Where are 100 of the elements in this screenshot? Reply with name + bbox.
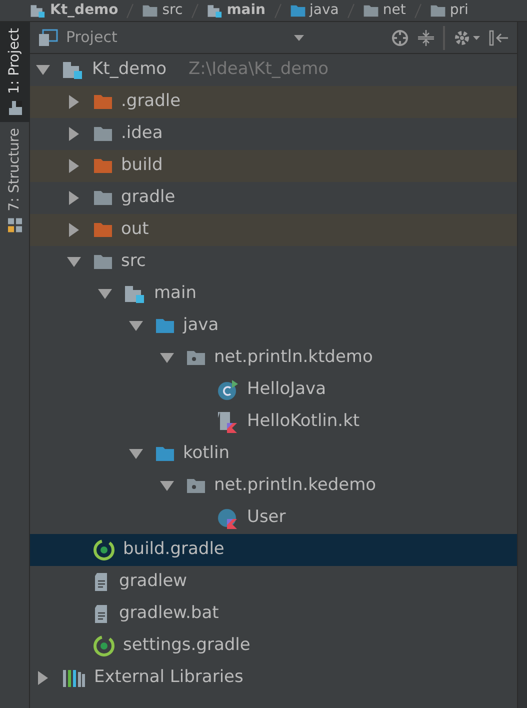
folder-icon <box>93 188 113 208</box>
breadcrumb-item[interactable]: net <box>382 0 406 21</box>
folder-icon <box>142 2 158 18</box>
file-name: src <box>121 250 146 274</box>
separator-icon <box>126 2 134 18</box>
tool-window-tab[interactable]: 7: Structure <box>0 122 30 240</box>
kotlin-file-icon <box>217 411 239 433</box>
collapsed-arrow-icon[interactable] <box>68 222 80 238</box>
folder-icon <box>93 92 113 112</box>
file-name: .gradle <box>121 90 181 114</box>
file-name: gradlew <box>119 570 188 594</box>
file-name: main <box>154 282 196 306</box>
folder-icon <box>155 444 175 464</box>
module-folder-icon <box>30 2 46 18</box>
separator-icon <box>274 2 282 18</box>
breadcrumb-item[interactable]: main <box>226 0 266 21</box>
expanded-arrow-icon[interactable] <box>128 448 144 460</box>
breadcrumb-item[interactable]: pri <box>450 0 468 21</box>
folder-icon <box>93 220 113 240</box>
folder-icon <box>93 124 113 144</box>
separator-icon <box>190 2 199 18</box>
file-name: gradlew.bat <box>119 602 219 626</box>
collapsed-arrow-icon[interactable] <box>37 670 49 686</box>
folder-icon <box>93 156 113 176</box>
file-name: User <box>247 506 286 530</box>
locate-icon <box>391 28 409 46</box>
file-name: HelloJava <box>247 378 326 402</box>
tree-row[interactable]: main <box>30 278 517 310</box>
expanded-arrow-icon[interactable] <box>159 480 175 492</box>
collapsed-arrow-icon[interactable] <box>68 158 80 174</box>
folder-icon <box>7 100 23 116</box>
package-folder-icon <box>186 348 206 368</box>
expanded-arrow-icon[interactable] <box>159 352 175 364</box>
tree-row[interactable]: .gradle <box>30 86 517 118</box>
collapsed-arrow-icon[interactable] <box>68 126 80 142</box>
tree-row[interactable]: gradlew <box>30 566 517 598</box>
collapse-all-icon <box>417 28 435 46</box>
tree-row[interactable]: HelloKotlin.kt <box>30 406 517 438</box>
tree-row[interactable]: build <box>30 150 517 182</box>
file-name: settings.gradle <box>123 634 250 658</box>
file-name: build <box>121 154 163 178</box>
path-hint: Z:\Idea\Kt_demo <box>188 58 329 82</box>
file-name: External Libraries <box>94 666 244 690</box>
breadcrumb-item[interactable]: src <box>162 0 183 21</box>
tree-row[interactable]: External Libraries <box>30 662 517 694</box>
view-title: Project <box>66 27 118 48</box>
tree-row[interactable]: gradlew.bat <box>30 598 517 630</box>
module-folder-icon <box>206 2 223 18</box>
package-folder-icon <box>186 476 206 496</box>
file-name: Kt_demo <box>92 58 167 82</box>
kotlin-class-icon <box>217 507 239 529</box>
expanded-arrow-icon[interactable] <box>97 288 113 300</box>
tree-row[interactable]: net.println.kedemo <box>30 470 517 502</box>
folder-icon <box>362 2 379 18</box>
file-name: build.gradle <box>123 538 224 562</box>
file-name: java <box>183 314 219 338</box>
file-name: out <box>121 218 149 242</box>
collapsed-arrow-icon[interactable] <box>68 190 80 206</box>
tree-row[interactable]: settings.gradle <box>30 630 517 662</box>
tree-row[interactable]: User <box>30 502 517 534</box>
project-view-icon <box>38 28 58 46</box>
settings-icon <box>453 28 481 46</box>
file-name: kotlin <box>183 442 230 466</box>
file-name: net.println.kedemo <box>214 474 376 498</box>
hide-panel-icon <box>489 28 509 46</box>
tree-row[interactable]: java <box>30 310 517 342</box>
collapsed-arrow-icon[interactable] <box>68 94 80 110</box>
tree-row[interactable]: HelloJava <box>30 374 517 406</box>
tree-row[interactable]: out <box>30 214 517 246</box>
gradle-icon <box>93 539 115 561</box>
folder-icon <box>93 252 113 272</box>
tree-row[interactable]: Kt_demo Z:\Idea\Kt_demo <box>30 54 517 86</box>
structure-icon <box>7 217 23 234</box>
expanded-arrow-icon[interactable] <box>35 64 51 76</box>
tree-row[interactable]: .idea <box>30 118 517 150</box>
tool-window-tab[interactable]: 1: Project <box>0 22 30 122</box>
tree-row[interactable]: src <box>30 246 517 278</box>
file-name: gradle <box>121 186 176 210</box>
scrollbar-track[interactable] <box>518 22 527 708</box>
dropdown-caret-icon <box>293 34 305 42</box>
module-folder-icon <box>124 284 146 304</box>
expanded-arrow-icon[interactable] <box>128 320 144 332</box>
tree-row[interactable]: kotlin <box>30 438 517 470</box>
library-icon <box>62 667 86 689</box>
tree-row[interactable]: build.gradle <box>30 534 517 566</box>
folder-icon <box>430 2 446 18</box>
class-icon <box>217 379 239 401</box>
tree-row[interactable]: gradle <box>30 182 517 214</box>
file-name: net.println.ktdemo <box>214 346 373 370</box>
folder-icon <box>155 316 175 336</box>
expanded-arrow-icon[interactable] <box>66 256 82 268</box>
separator-icon <box>346 2 355 18</box>
gradle-icon <box>93 635 115 657</box>
file-name: HelloKotlin.kt <box>247 410 360 434</box>
module-folder-icon <box>62 60 84 80</box>
breadcrumb-item[interactable]: Kt_demo <box>50 0 118 21</box>
tree-row[interactable]: net.println.ktdemo <box>30 342 517 374</box>
breadcrumb-item[interactable]: java <box>310 0 339 21</box>
separator-icon <box>414 2 422 18</box>
file-name: .idea <box>121 122 163 146</box>
